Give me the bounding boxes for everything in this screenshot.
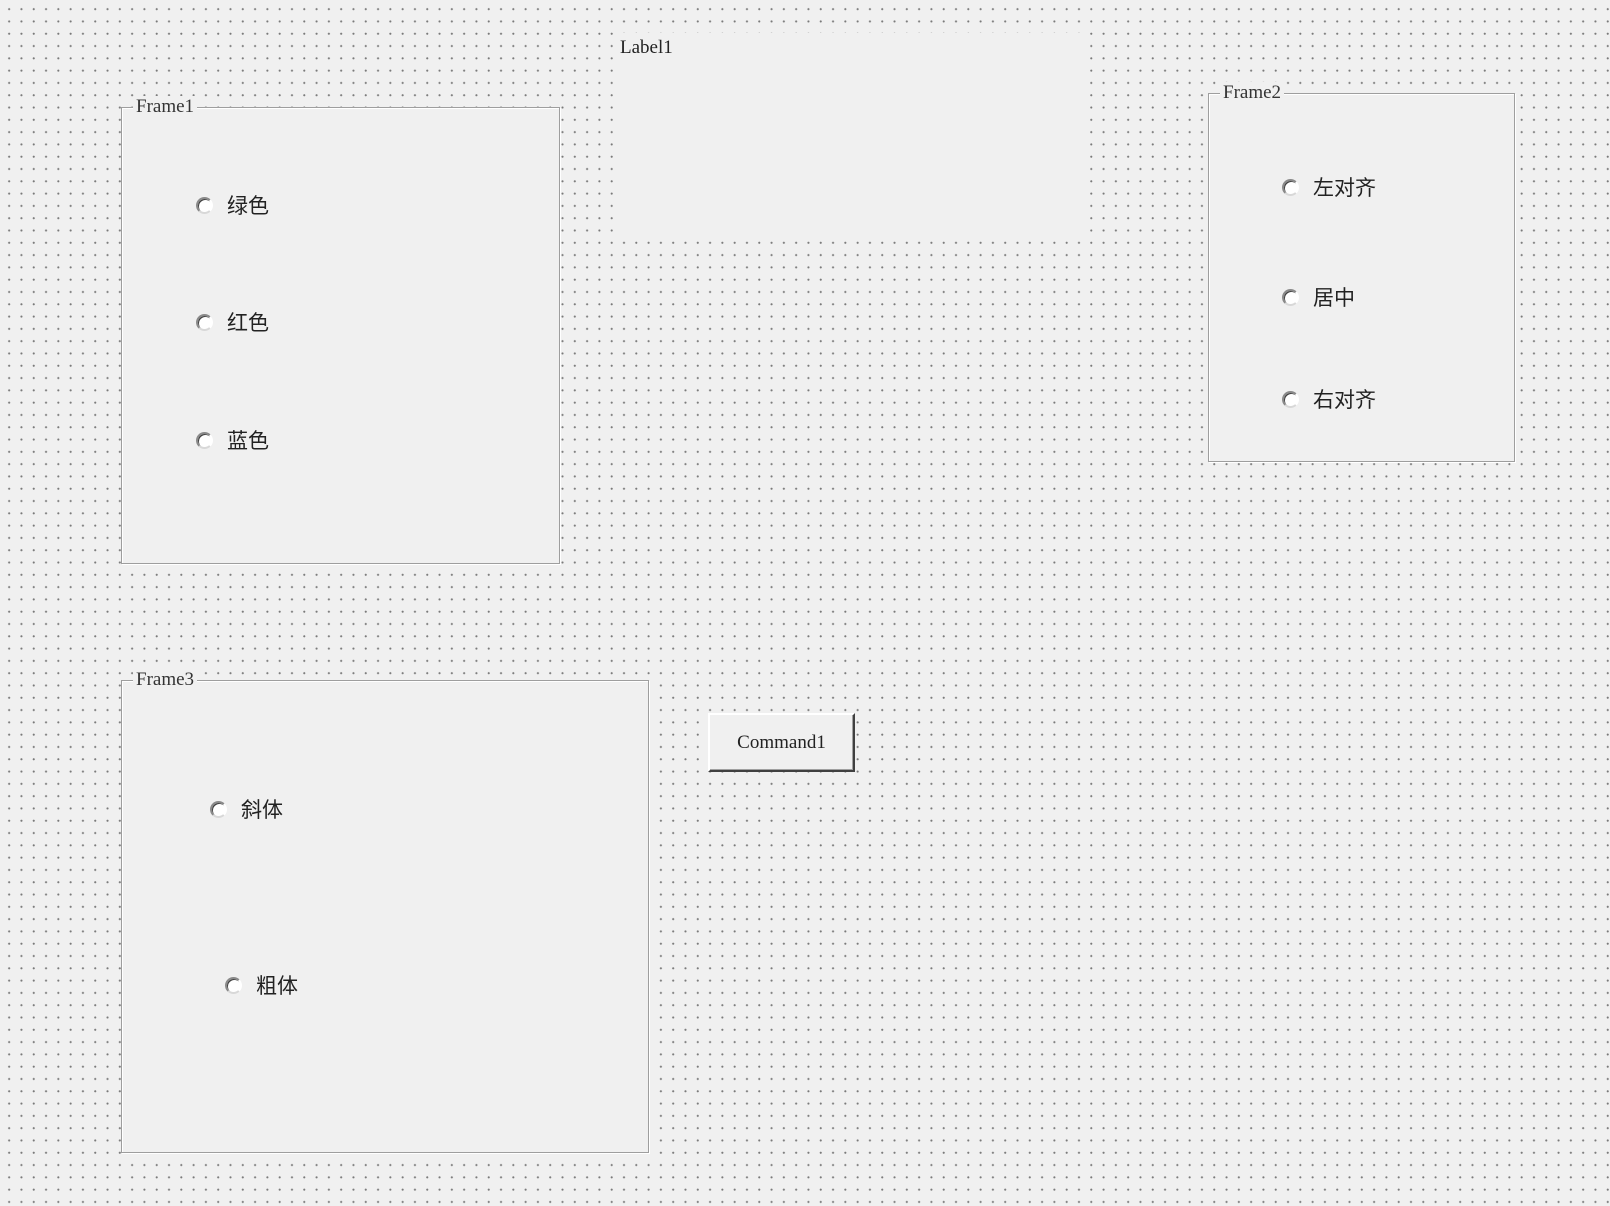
radio-align-center[interactable]: 居中 (1282, 282, 1355, 312)
radio-circle-icon (1282, 178, 1299, 196)
radio-bold-label: 粗体 (256, 974, 298, 998)
radio-circle-icon (225, 976, 242, 994)
radio-italic[interactable]: 斜体 (210, 794, 283, 824)
label1: Label1 (614, 33, 1086, 241)
radio-circle-icon (1282, 390, 1299, 408)
command1-label: Command1 (737, 731, 826, 753)
radio-red[interactable]: 红色 (196, 307, 269, 337)
radio-align-left-label: 左对齐 (1313, 176, 1376, 200)
radio-align-right-label: 右对齐 (1313, 388, 1376, 412)
radio-italic-label: 斜体 (241, 798, 283, 822)
radio-circle-icon (1282, 288, 1299, 306)
radio-red-label: 红色 (227, 311, 269, 335)
frame3-style-group: Frame3 斜体 粗体 (121, 669, 649, 1153)
frame2-alignment-group: Frame2 左对齐 居中 右对齐 (1208, 82, 1515, 462)
frame1-color-group: Frame1 绿色 红色 蓝色 (121, 96, 560, 564)
label1-text: Label1 (620, 37, 673, 58)
radio-green-label: 绿色 (227, 194, 269, 218)
form-design-surface: Label1 Frame1 绿色 红色 蓝色 Frame2 左对齐 居中 右对齐… (0, 0, 1610, 1206)
radio-circle-icon (210, 800, 227, 818)
radio-align-left[interactable]: 左对齐 (1282, 172, 1376, 202)
radio-circle-icon (196, 196, 213, 214)
radio-green[interactable]: 绿色 (196, 190, 269, 220)
radio-circle-icon (196, 313, 213, 331)
radio-circle-icon (196, 431, 213, 449)
frame2-caption: Frame2 (1220, 82, 1285, 104)
radio-blue-label: 蓝色 (227, 429, 269, 453)
radio-align-center-label: 居中 (1313, 286, 1355, 310)
frame1-caption: Frame1 (133, 96, 198, 118)
radio-align-right[interactable]: 右对齐 (1282, 384, 1376, 414)
radio-bold[interactable]: 粗体 (225, 970, 298, 1000)
radio-blue[interactable]: 蓝色 (196, 425, 269, 455)
frame3-caption: Frame3 (133, 669, 198, 691)
command1-button[interactable]: Command1 (708, 713, 855, 772)
